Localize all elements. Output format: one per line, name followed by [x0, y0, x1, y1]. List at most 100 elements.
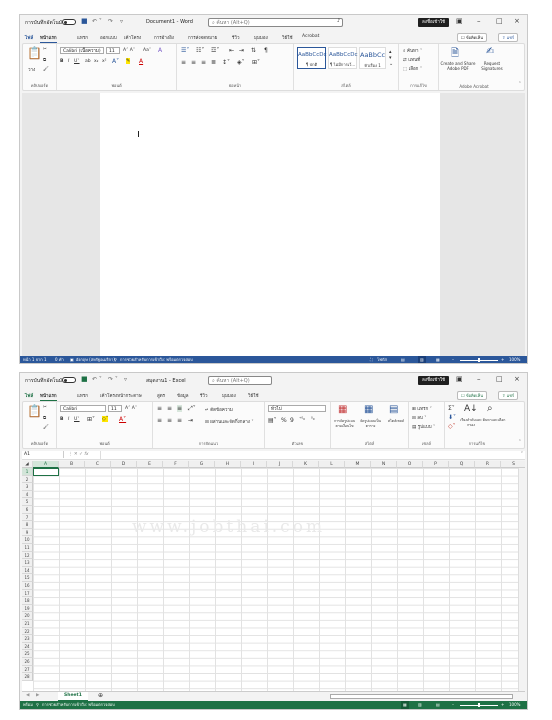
- tab-help[interactable]: วิธีใช้: [282, 34, 293, 41]
- underline-icon[interactable]: U˅: [74, 417, 80, 422]
- bottom-align-icon[interactable]: ≡: [177, 405, 183, 412]
- font-name-box[interactable]: Calibri: [60, 405, 106, 412]
- increase-decimal-icon[interactable]: ⁺⁰₀: [299, 417, 305, 422]
- sort-icon[interactable]: ⇅: [251, 47, 256, 54]
- row-header[interactable]: 11: [22, 544, 33, 552]
- column-header[interactable]: F: [163, 461, 189, 468]
- insert-cells-button[interactable]: ⊞ แทรก ˅: [412, 405, 432, 412]
- row-header[interactable]: 3: [22, 483, 33, 491]
- find-select-label[interactable]: ค้นหาและเลือก: [482, 418, 506, 423]
- fill-icon[interactable]: ⬇˅: [448, 414, 456, 421]
- style-heading-1[interactable]: AaBbCc หัวเรื่อง 1: [359, 47, 386, 69]
- zoom-out-icon[interactable]: –: [452, 701, 454, 709]
- conditional-format-icon[interactable]: ▦: [338, 404, 347, 415]
- justify-icon[interactable]: ≣: [211, 59, 216, 66]
- borders-icon[interactable]: ⊞˅: [87, 416, 95, 423]
- row-header[interactable]: 7: [22, 513, 33, 522]
- cut-icon[interactable]: ✂: [43, 47, 47, 52]
- replace-button[interactable]: ⇄ แทนที่: [403, 56, 420, 63]
- grow-font-icon[interactable]: A˄ A˅: [125, 406, 137, 411]
- share-button[interactable]: ⇪ แชร์: [498, 391, 519, 400]
- focus-button[interactable]: โฟกัส: [377, 356, 387, 363]
- request-signatures-label[interactable]: Request Signatures: [477, 61, 507, 71]
- row-header[interactable]: 17: [22, 589, 33, 598]
- request-signatures-icon[interactable]: ✍: [486, 46, 494, 57]
- ribbon-display-icon[interactable]: ▣: [456, 17, 463, 25]
- tab-view[interactable]: มุมมอง: [222, 392, 236, 399]
- copy-icon[interactable]: ⧉: [43, 57, 46, 63]
- row-header[interactable]: 16: [22, 582, 33, 590]
- column-header[interactable]: S: [501, 461, 525, 468]
- tab-insert[interactable]: แทรก: [77, 34, 88, 41]
- italic-icon[interactable]: I: [68, 59, 69, 64]
- row-header[interactable]: 20: [22, 612, 33, 620]
- tab-review[interactable]: รีวิว: [232, 34, 239, 41]
- row-header[interactable]: 8: [22, 521, 33, 529]
- autosave-toggle[interactable]: [62, 377, 76, 383]
- web-layout-icon[interactable]: ▦: [436, 356, 440, 363]
- column-header[interactable]: D: [111, 461, 137, 468]
- wrap-text-button[interactable]: ↵ ตัดข้อความ: [205, 406, 233, 413]
- row-header[interactable]: 14: [22, 566, 33, 575]
- comma-style-icon[interactable]: 9: [290, 417, 294, 424]
- cell-styles-label[interactable]: สไตล์เซลล์: [384, 419, 408, 424]
- tab-file[interactable]: ไฟล์: [25, 392, 33, 399]
- name-box[interactable]: A1: [22, 451, 64, 458]
- zoom-level[interactable]: 100%: [509, 356, 520, 363]
- tab-acrobat[interactable]: Acrobat: [302, 34, 319, 39]
- maximize-icon[interactable]: □: [496, 375, 503, 383]
- expand-formula-icon[interactable]: ˅: [521, 452, 523, 457]
- column-header[interactable]: O: [397, 461, 423, 468]
- find-button[interactable]: ⌕ ค้นหา ˅: [403, 47, 422, 54]
- indent-icon[interactable]: ⇥: [188, 417, 193, 424]
- align-center-icon[interactable]: ≡: [167, 417, 172, 424]
- zoom-in-icon[interactable]: +: [501, 356, 504, 363]
- proofing-icon[interactable]: ▣: [70, 356, 74, 363]
- autosum-icon[interactable]: Σ˅: [448, 405, 455, 412]
- row-header[interactable]: 12: [22, 551, 33, 560]
- tab-data[interactable]: ข้อมูล: [177, 392, 189, 399]
- align-right-icon[interactable]: ≡: [177, 417, 182, 424]
- column-header[interactable]: Q: [449, 461, 475, 468]
- add-sheet-icon[interactable]: ⊕: [98, 692, 103, 699]
- numbering-icon[interactable]: ☷˅: [196, 47, 204, 54]
- font-color-icon[interactable]: A˅: [119, 416, 126, 423]
- column-header[interactable]: G: [189, 461, 215, 468]
- redo-icon[interactable]: ↷ ˅: [108, 376, 118, 383]
- format-as-table-icon[interactable]: ▦: [364, 404, 373, 415]
- row-header[interactable]: 25: [22, 650, 33, 658]
- column-header[interactable]: J: [267, 461, 293, 468]
- styles-more-icon[interactable]: ▴ ▾ ⌄: [389, 49, 393, 67]
- tab-help[interactable]: วิธีใช้: [248, 392, 259, 399]
- format-painter-icon[interactable]: 🖌: [43, 425, 49, 430]
- clear-icon[interactable]: ◇˅: [448, 423, 456, 430]
- row-header[interactable]: 18: [22, 597, 33, 605]
- redo-icon[interactable]: ↷: [108, 18, 113, 25]
- tab-formulas[interactable]: สูตร: [157, 392, 165, 399]
- worksheet-grid[interactable]: ◢ ABCDEFGHIJKLMNOPQRS 1 2 3 4 5 6 7 8 9 10 11 12 13 1…: [22, 461, 525, 691]
- sign-in-button[interactable]: ลงชื่อเข้าใช้: [418, 376, 450, 385]
- bullets-icon[interactable]: ☰˅: [181, 47, 189, 54]
- format-as-table-label[interactable]: จัดรูปแบบเป็นตาราง: [358, 419, 383, 428]
- column-header[interactable]: P: [423, 461, 449, 468]
- middle-align-icon[interactable]: ≡: [167, 405, 172, 412]
- row-header[interactable]: 6: [22, 506, 33, 514]
- column-header[interactable]: R: [475, 461, 501, 468]
- row-header[interactable]: 21: [22, 620, 33, 628]
- select-all-corner[interactable]: ◢: [22, 461, 33, 468]
- conditional-format-label[interactable]: การจัดรูปแบบตามเงื่อนไข: [331, 419, 358, 428]
- zoom-slider-thumb[interactable]: [478, 703, 480, 707]
- style-no-spacing[interactable]: AaBbCcDc ¶ ไม่มีการเว้...: [328, 47, 358, 69]
- share-button[interactable]: ⇪ แชร์: [498, 33, 519, 42]
- column-header[interactable]: L: [319, 461, 345, 468]
- paste-label[interactable]: วาง: [28, 66, 35, 73]
- italic-icon[interactable]: I: [68, 417, 69, 422]
- row-header[interactable]: 4: [22, 490, 33, 499]
- comments-button[interactable]: ☐ ข้อคิดเห็น: [457, 391, 488, 400]
- highlight-icon[interactable]: ✎: [126, 58, 131, 64]
- font-name-box[interactable]: Calibri (เนื้อความ): [60, 47, 104, 54]
- minimize-icon[interactable]: –: [477, 375, 481, 383]
- customize-qat-icon[interactable]: ▿: [120, 18, 123, 25]
- decrease-indent-icon[interactable]: ⇤: [229, 47, 234, 54]
- column-header[interactable]: I: [241, 461, 267, 468]
